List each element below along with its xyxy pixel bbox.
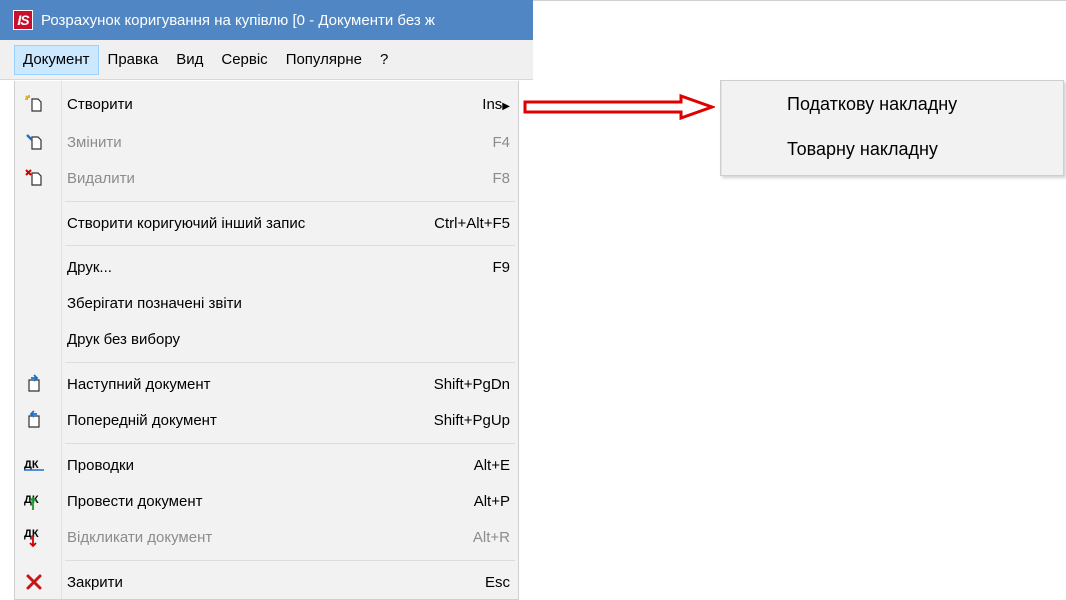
shortcut-label: Alt+E [473, 456, 510, 474]
menu-item-postings[interactable]: ДК Проводки Alt+E [15, 447, 518, 483]
shortcut-label: Alt+R [472, 528, 510, 546]
menu-item-label: Провести документ [67, 492, 203, 510]
menu-separator [65, 201, 515, 202]
menu-item-label: Друк... [67, 258, 112, 276]
submenu-item-goods-invoice[interactable]: Товарну накладну [787, 139, 938, 160]
shortcut-label: Shift+PgDn [433, 375, 510, 393]
menu-item-label: Видалити [67, 169, 135, 187]
menu-help[interactable]: ? [371, 45, 397, 75]
menu-item-next-doc[interactable]: Наступний документ Shift+PgDn [15, 366, 518, 402]
menu-item-label: Проводки [67, 456, 134, 474]
dk-post-icon: ДК [23, 490, 45, 512]
menu-view[interactable]: Вид [167, 45, 212, 75]
menu-separator [65, 362, 515, 363]
svg-text:ДК: ДК [24, 528, 39, 540]
menu-document[interactable]: Документ [14, 44, 99, 75]
menu-item-save-reports[interactable]: Зберігати позначені звіти [15, 285, 518, 321]
menu-separator [65, 443, 515, 444]
shortcut-label: F8 [492, 169, 510, 187]
menu-item-edit[interactable]: Змінити F4 [15, 124, 518, 160]
shortcut-label: Esc [484, 573, 510, 591]
red-arrow-annotation [523, 94, 715, 120]
menu-item-label: Закрити [67, 573, 123, 591]
prev-doc-icon [23, 409, 45, 431]
menu-item-unpost-doc[interactable]: ДК Відкликати документ Alt+R [15, 519, 518, 555]
shortcut-label: Ctrl+Alt+F5 [434, 214, 510, 232]
menu-item-delete[interactable]: Видалити F8 [15, 160, 518, 196]
menu-separator [65, 245, 515, 246]
shortcut-label: F4 [492, 133, 510, 151]
menu-separator [65, 560, 515, 561]
create-submenu: Податкову накладну Товарну накладну [720, 80, 1064, 176]
new-doc-icon [23, 93, 45, 115]
dk-icon: ДК [23, 454, 45, 476]
menu-item-label: Наступний документ [67, 375, 211, 393]
menu-item-label: Створити [67, 95, 133, 113]
menu-edit[interactable]: Правка [99, 45, 168, 75]
svg-text:ДК: ДК [24, 459, 39, 471]
menu-bar: Документ Правка Вид Сервіс Популярне ? [0, 40, 533, 80]
menu-item-label: Створити коригуючий інший запис [67, 214, 306, 232]
top-border-line [533, 0, 1066, 1]
app-logo-icon: IS [13, 10, 33, 30]
window-title: Розрахунок коригування на купівлю [0 - Д… [41, 11, 435, 29]
shortcut-label: F9 [492, 258, 510, 276]
menu-item-print[interactable]: Друк... F9 [15, 249, 518, 285]
menu-service[interactable]: Сервіс [212, 45, 276, 75]
menu-item-close[interactable]: Закрити Esc [15, 564, 518, 600]
shortcut-label: Ins▶ [482, 95, 510, 113]
submenu-item-tax-invoice[interactable]: Податкову накладну [787, 94, 957, 115]
delete-doc-icon [23, 167, 45, 189]
menu-item-label: Попередній документ [67, 411, 217, 429]
menu-item-label: Друк без вибору [67, 330, 180, 348]
shortcut-label: Shift+PgUp [433, 411, 510, 429]
close-icon [23, 571, 45, 593]
submenu-divider [721, 81, 722, 175]
window-title-bar[interactable]: IS Розрахунок коригування на купівлю [0 … [0, 0, 533, 40]
submenu-arrow-icon: ▶ [502, 100, 510, 112]
menu-item-post-doc[interactable]: ДК Провести документ Alt+P [15, 483, 518, 519]
menu-item-label: Змінити [67, 133, 122, 151]
menu-item-create[interactable]: Створити Ins▶ [15, 86, 518, 122]
edit-doc-icon [23, 131, 45, 153]
menu-item-label: Зберігати позначені звіти [67, 294, 242, 312]
next-doc-icon [23, 373, 45, 395]
shortcut-label: Alt+P [473, 492, 510, 510]
menu-item-create-correcting[interactable]: Створити коригуючий інший запис Ctrl+Alt… [15, 205, 518, 241]
document-dropdown-menu: Створити Ins▶ Змінити F4 Видалити F8 Ств… [14, 81, 519, 600]
menu-item-print-no-select[interactable]: Друк без вибору [15, 321, 518, 357]
menu-item-label: Відкликати документ [67, 528, 213, 546]
menu-popular[interactable]: Популярне [277, 45, 371, 75]
menu-item-prev-doc[interactable]: Попередній документ Shift+PgUp [15, 402, 518, 438]
dk-unpost-icon: ДК [23, 526, 45, 548]
